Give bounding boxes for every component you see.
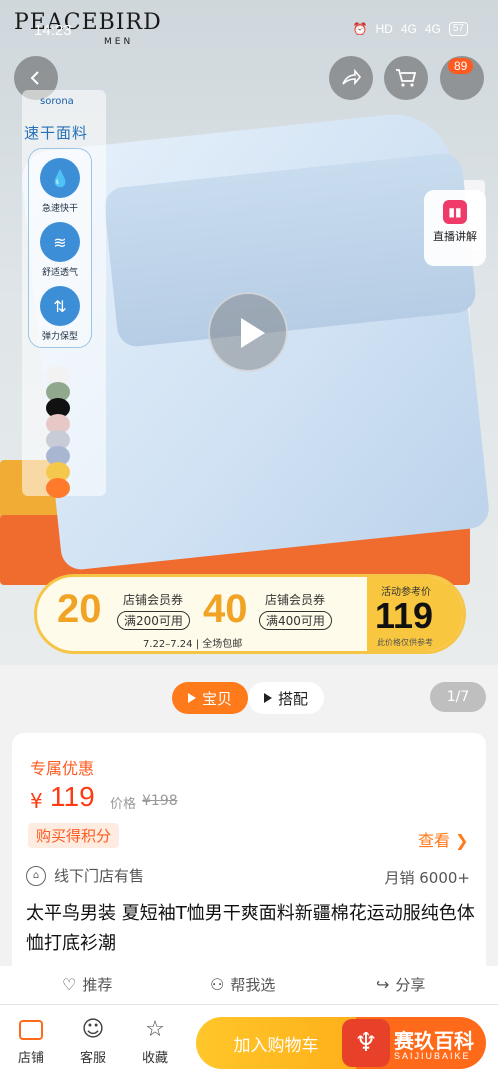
price-currency: ¥ [30,789,43,813]
coupon-condition-1: 满200可用 [117,611,190,630]
store-icon [6,1015,56,1045]
tab-match-label: 搭配 [277,689,308,708]
feature-quick-dry: 💧 急速快干 [30,158,90,214]
offline-store-row[interactable]: ⌂ 线下门店有售 [26,865,144,886]
help-choose-label: 帮我选 [230,976,276,994]
offline-store-label: 线下门店有售 [54,867,145,885]
share-label: 分享 [395,976,426,994]
action-row: ♡ 推荐 ⚇ 帮我选 ↪ 分享 [0,966,498,1004]
nav-favorite[interactable]: ☆ 收藏 [130,1015,180,1066]
play-triangle-icon [263,693,272,703]
share-arrow-icon: ↪ [376,975,390,994]
live-chart-icon: ▮▮ [443,200,467,224]
status-icons: ⏰ HD 4G 4G 57 [353,22,468,36]
coupon-condition-2: 满400可用 [259,611,332,630]
coupon-price-note: 此价格仅供参考 [377,638,433,647]
watermark-logo-icon: ♆ [342,1019,390,1067]
view-link[interactable]: 查看 ❯ [418,827,469,851]
heart-icon: ♡ [62,975,77,994]
nav-favorite-label: 收藏 [141,1051,168,1066]
color-swatch [46,478,70,498]
tab-item[interactable]: 宝贝 [172,682,248,714]
product-image-gallery[interactable]: PEACEBIRD MEN 14:23 ⏰ HD 4G 4G 57 89 sor… [0,0,498,665]
signal-icon-2: 4G [424,22,441,36]
tab-match[interactable]: 搭配 [248,682,324,714]
product-title: 太平鸟男装 夏短袖T恤男干爽面料新疆棉花运动服纯色体恤打底衫潮 [26,903,475,954]
nav-service[interactable]: ☺ 客服 [68,1015,118,1066]
feature-label: 急速快干 [41,204,78,214]
share-button[interactable] [329,56,373,100]
status-bar: 14:23 ⏰ HD 4G 4G 57 [0,18,498,44]
status-time: 14:23 [34,22,72,39]
coupon-amount-1: 20 [57,587,102,631]
signal-icon-1: 4G [400,22,417,36]
coupon-price: 119 [375,595,434,636]
live-label: 直播讲解 [433,230,477,243]
price-value: 119 [50,781,95,812]
message-badge: 89 [448,58,474,74]
add-to-cart-button[interactable]: 加入购物车 [196,1017,356,1069]
nav-store-label: 店铺 [17,1051,44,1066]
battery-icon: 57 [448,22,468,36]
feature-label: 舒适透气 [41,268,78,278]
help-choose-button[interactable]: ⚇ 帮我选 [210,974,275,995]
feature-breathable: ≋ 舒适透气 [30,222,90,278]
coupon-price-box: 活动参考价 119 此价格仅供参考 [367,577,463,651]
people-icon: ⚇ [210,975,225,994]
store-icon: ⌂ [26,865,46,886]
play-video-button[interactable] [208,292,288,372]
star-icon: ☆ [145,1017,165,1042]
cart-button[interactable] [384,56,428,100]
share-icon [342,68,362,86]
original-price: ¥198 [142,793,178,809]
watermark-sub: SAIJIUBAIKE [394,1051,471,1061]
fabric-title: 速干面料 [24,124,89,142]
hd-icon: HD [375,22,393,36]
sorona-logo: sorona [40,96,74,107]
watermark-text: 赛玖百科 [394,1029,474,1053]
share-action-button[interactable]: ↪ 分享 [376,974,425,995]
recommend-button[interactable]: ♡ 推荐 [62,974,112,995]
coupon-banner[interactable]: 20 店铺会员券 满200可用 40 店铺会员券 满400可用 7.22–7.2… [34,574,466,654]
original-price-label: 价格 [110,797,137,812]
image-page-indicator: 1/7 [430,682,486,712]
feature-label: 弹力保型 [41,332,78,342]
coupon-date: 7.22–7.24 | 全场包邮 [143,639,243,650]
coupon-amount-2: 40 [203,587,248,631]
points-badge: 购买得积分 [28,823,120,848]
airflow-icon: ≋ [40,222,80,262]
recommend-label: 推荐 [82,976,113,994]
monthly-sales: 月销 6000+ [384,869,470,887]
alarm-icon: ⏰ [352,22,368,36]
coupon-label-2: 店铺会员券 [265,593,326,607]
promo-title: 专属优惠 [30,759,95,778]
nav-service-label: 客服 [79,1051,106,1066]
bottom-bar: 店铺 ☺ 客服 ☆ 收藏 加入购物车 ♆ 赛玖百科 SAIJIUBAIKE [0,1004,498,1080]
service-icon: ☺ [81,1017,105,1042]
feature-elastic: ⇅ 弹力保型 [30,286,90,342]
tab-item-label: 宝贝 [201,689,232,708]
coupon-label-1: 店铺会员券 [123,593,184,607]
stretch-icon: ⇅ [40,286,80,326]
cart-icon [396,69,417,87]
water-drop-icon: 💧 [40,158,80,198]
chevron-left-icon [30,71,39,85]
media-tabs: 宝贝 搭配 [0,665,498,727]
play-triangle-icon [187,693,196,703]
live-explain-button[interactable]: ▮▮ 直播讲解 [424,190,486,266]
nav-store[interactable]: 店铺 [6,1015,56,1066]
